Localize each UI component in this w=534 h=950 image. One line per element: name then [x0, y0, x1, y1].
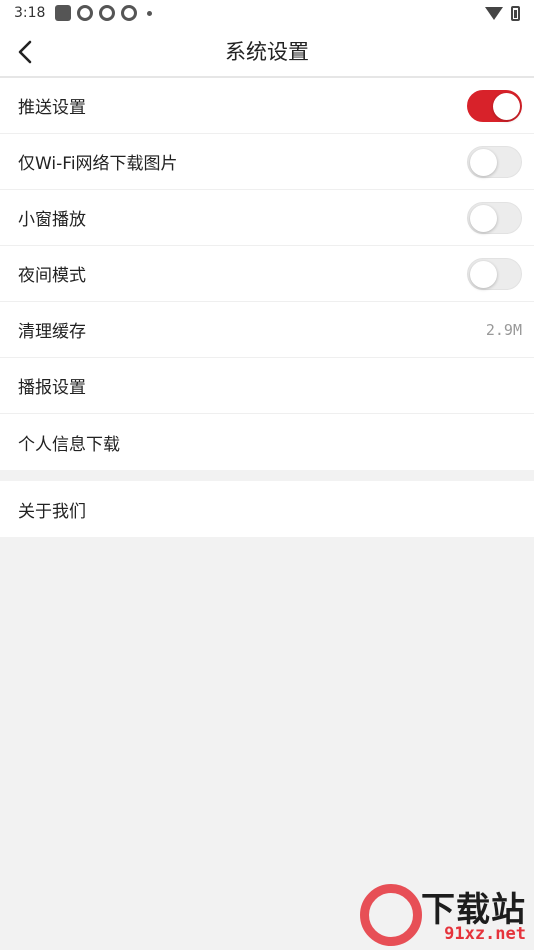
setting-row-night-mode: 夜间模式 [0, 246, 534, 302]
chevron-left-icon [18, 40, 32, 64]
watermark-logo-icon [360, 884, 422, 946]
app-notification-icon [55, 5, 72, 21]
toggle-knob [470, 148, 497, 176]
more-notifications-dot-icon [147, 10, 153, 16]
setting-label-about: 关于我们 [18, 501, 86, 522]
cache-size-value: 2.9M [485, 320, 522, 339]
spinner-icon [77, 5, 94, 21]
setting-row-wifi-images: 仅Wi-Fi网络下载图片 [0, 134, 534, 190]
setting-row-mini-window: 小窗播放 [0, 190, 534, 246]
toggle-knob [470, 204, 497, 232]
setting-label-broadcast: 播报设置 [18, 378, 86, 398]
setting-label-night-mode: 夜间模式 [18, 266, 86, 286]
night-mode-toggle[interactable] [467, 257, 522, 290]
notification-icons [55, 5, 153, 21]
setting-label-personal-info: 个人信息下载 [18, 434, 120, 455]
back-button[interactable] [8, 34, 44, 70]
wifi-icon [485, 6, 503, 20]
toggle-knob [493, 92, 520, 120]
setting-row-about[interactable]: 关于我们 [0, 481, 534, 537]
setting-row-push: 推送设置 [0, 78, 534, 134]
status-time: 3:18 [14, 5, 46, 21]
status-bar: 3:18 [0, 0, 534, 26]
setting-row-broadcast[interactable]: 播报设置 [0, 358, 534, 414]
setting-label-wifi-images: 仅Wi-Fi网络下载图片 [18, 154, 178, 174]
about-list: 关于我们 [0, 481, 534, 537]
system-icons [485, 5, 520, 21]
setting-label-push: 推送设置 [18, 98, 86, 118]
spinner-icon [121, 5, 138, 21]
app-bar: 系统设置 [0, 26, 534, 78]
settings-list: 推送设置 仅Wi-Fi网络下载图片 小窗播放 夜间模式 清理缓存 2.9M 播报… [0, 78, 534, 470]
setting-label-mini-window: 小窗播放 [18, 210, 86, 230]
toggle-knob [470, 260, 497, 288]
page-title: 系统设置 [225, 40, 309, 64]
spinner-icon [99, 5, 116, 21]
mini-window-toggle[interactable] [467, 201, 522, 234]
setting-row-clear-cache[interactable]: 清理缓存 2.9M [0, 302, 534, 358]
watermark-url: 91xz.net [444, 924, 526, 944]
battery-icon [511, 5, 520, 21]
setting-label-clear-cache: 清理缓存 [18, 322, 86, 342]
section-divider [0, 470, 534, 481]
setting-row-personal-info[interactable]: 个人信息下载 [0, 414, 534, 470]
watermark: 下载站 91xz.net [360, 880, 530, 946]
wifi-images-toggle[interactable] [467, 145, 522, 178]
push-toggle[interactable] [467, 89, 522, 122]
